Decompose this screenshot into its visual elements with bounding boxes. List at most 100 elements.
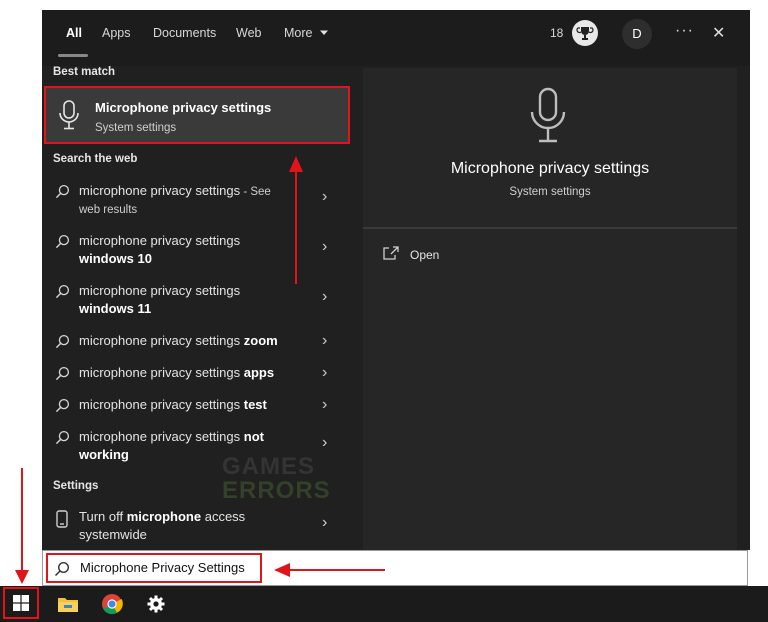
web-result-line2: windows 10 xyxy=(79,250,152,269)
web-result-text-bold: zoom xyxy=(243,333,278,348)
preview-subtitle: System settings xyxy=(509,186,591,198)
chevron-right-icon[interactable]: › xyxy=(322,238,327,256)
settings-result-text: Turn off microphone access xyxy=(79,508,245,526)
web-result-item[interactable]: microphone privacy settings windows 10 › xyxy=(42,232,354,272)
search-input-value: Microphone Privacy Settings xyxy=(80,560,245,575)
settings-result[interactable]: Turn off microphone access systemwide › xyxy=(42,508,354,548)
web-result-text: microphone privacy settings apps xyxy=(79,364,274,383)
tab-web[interactable]: Web xyxy=(236,26,261,40)
search-icon xyxy=(55,398,70,413)
chevron-right-icon[interactable]: › xyxy=(322,396,327,414)
web-result-line2-bold: windows 10 xyxy=(79,251,152,266)
settings-gear-icon[interactable] xyxy=(146,594,166,614)
web-result-line2: web results xyxy=(79,200,137,219)
open-action[interactable]: Open xyxy=(383,244,503,268)
preview-divider xyxy=(363,227,737,229)
search-icon xyxy=(55,334,70,349)
web-result-item[interactable]: microphone privacy settings test › xyxy=(42,396,354,418)
web-result-line2-bold: windows 11 xyxy=(79,301,152,316)
preview-title: Microphone privacy settings xyxy=(450,160,650,177)
watermark-line1: GAMES xyxy=(222,453,316,480)
tab-more[interactable]: More xyxy=(284,26,329,40)
web-result-line2-text: web results xyxy=(79,204,138,216)
search-icon xyxy=(55,234,70,249)
microphone-icon xyxy=(59,100,79,130)
annotation-arrow-up-shaft xyxy=(295,170,297,284)
settings-text-pre: Turn off xyxy=(79,509,127,524)
web-result-item[interactable]: microphone privacy settings - See web res… xyxy=(42,182,354,222)
chevron-right-icon[interactable]: › xyxy=(322,188,327,206)
chevron-right-icon[interactable]: › xyxy=(322,514,327,532)
settings-text-post: access xyxy=(201,509,246,524)
results-list: Best match Microphone privacy settings S… xyxy=(42,66,354,550)
tab-apps[interactable]: Apps xyxy=(102,26,131,40)
chevron-right-icon[interactable]: › xyxy=(322,364,327,382)
chevron-right-icon[interactable]: › xyxy=(322,434,327,452)
user-avatar[interactable]: D xyxy=(622,19,652,49)
search-filter-bar: All Apps Documents Web More 18 D ··· ✕ xyxy=(42,10,750,66)
best-match-title: Microphone privacy settings xyxy=(95,100,272,115)
start-button[interactable] xyxy=(3,587,39,619)
web-result-text: microphone privacy settings test xyxy=(79,396,267,415)
annotation-arrow-left-shaft xyxy=(289,569,385,571)
search-icon xyxy=(55,284,70,299)
phone-settings-icon xyxy=(56,510,68,528)
search-icon xyxy=(55,184,70,199)
taskbar xyxy=(0,586,768,622)
web-result-text-pre: microphone privacy settings xyxy=(79,183,241,198)
search-icon xyxy=(55,366,70,381)
close-icon[interactable]: ✕ xyxy=(712,23,725,43)
search-box[interactable]: Microphone Privacy Settings xyxy=(42,550,748,586)
microphone-large-icon xyxy=(530,87,566,143)
search-web-header: Search the web xyxy=(53,153,138,165)
web-result-text-bold: test xyxy=(243,397,267,412)
web-result-item[interactable]: microphone privacy settings zoom › xyxy=(42,332,354,354)
web-result-text-bold: not xyxy=(243,429,264,444)
search-icon xyxy=(55,430,70,445)
web-result-text: microphone privacy settings xyxy=(79,232,240,251)
annotation-arrow-up-head xyxy=(289,156,303,172)
web-result-text: microphone privacy settings - See xyxy=(79,182,271,201)
annotation-arrow-down-shaft xyxy=(21,468,23,572)
web-result-text-pre: microphone privacy settings xyxy=(79,397,244,412)
tab-all[interactable]: All xyxy=(66,26,82,40)
web-result-text-pre: microphone privacy settings xyxy=(79,333,244,348)
rewards-points: 18 xyxy=(550,26,564,40)
best-match-item[interactable]: Microphone privacy settings System setti… xyxy=(44,86,350,144)
chrome-icon[interactable] xyxy=(101,593,123,615)
tab-more-label: More xyxy=(284,26,313,40)
rewards-trophy-icon[interactable] xyxy=(572,20,598,46)
open-icon xyxy=(383,246,399,260)
web-result-text-pre: microphone privacy settings xyxy=(79,233,241,248)
caret-down-icon xyxy=(319,30,328,35)
search-icon xyxy=(54,561,70,577)
tab-documents[interactable]: Documents xyxy=(153,26,216,40)
chevron-right-icon[interactable]: › xyxy=(322,332,327,350)
annotation-arrow-down-head xyxy=(15,570,29,584)
web-result-text-bold: apps xyxy=(243,365,275,380)
search-highlight-box: Microphone Privacy Settings xyxy=(46,553,262,583)
web-result-line2: windows 11 xyxy=(79,300,151,319)
file-explorer-icon[interactable] xyxy=(57,595,79,613)
web-result-line2-bold: working xyxy=(79,447,129,462)
web-result-text: microphone privacy settings not xyxy=(79,428,264,447)
settings-header: Settings xyxy=(53,480,99,492)
annotation-arrow-left-head xyxy=(274,563,290,577)
settings-result-line2: systemwide xyxy=(79,527,147,542)
best-match-header: Best match xyxy=(53,66,115,78)
more-options-icon[interactable]: ··· xyxy=(675,22,694,40)
best-match-subtitle: System settings xyxy=(95,122,177,134)
web-result-text: microphone privacy settings zoom xyxy=(79,332,278,351)
web-result-text-pre: microphone privacy settings xyxy=(79,429,244,444)
web-result-item[interactable]: microphone privacy settings windows 11 › xyxy=(42,282,354,322)
preview-pane: Microphone privacy settings System setti… xyxy=(363,68,737,550)
web-result-text: microphone privacy settings xyxy=(79,282,240,301)
watermark: GAMES ERRORS xyxy=(222,455,331,503)
active-tab-indicator xyxy=(58,54,88,57)
web-result-text-post: - See xyxy=(240,186,271,198)
chevron-right-icon[interactable]: › xyxy=(322,288,327,306)
open-label: Open xyxy=(410,248,440,262)
web-result-item[interactable]: microphone privacy settings apps › xyxy=(42,364,354,386)
settings-text-bold: microphone xyxy=(126,509,202,524)
web-result-text-pre: microphone privacy settings xyxy=(79,365,244,380)
